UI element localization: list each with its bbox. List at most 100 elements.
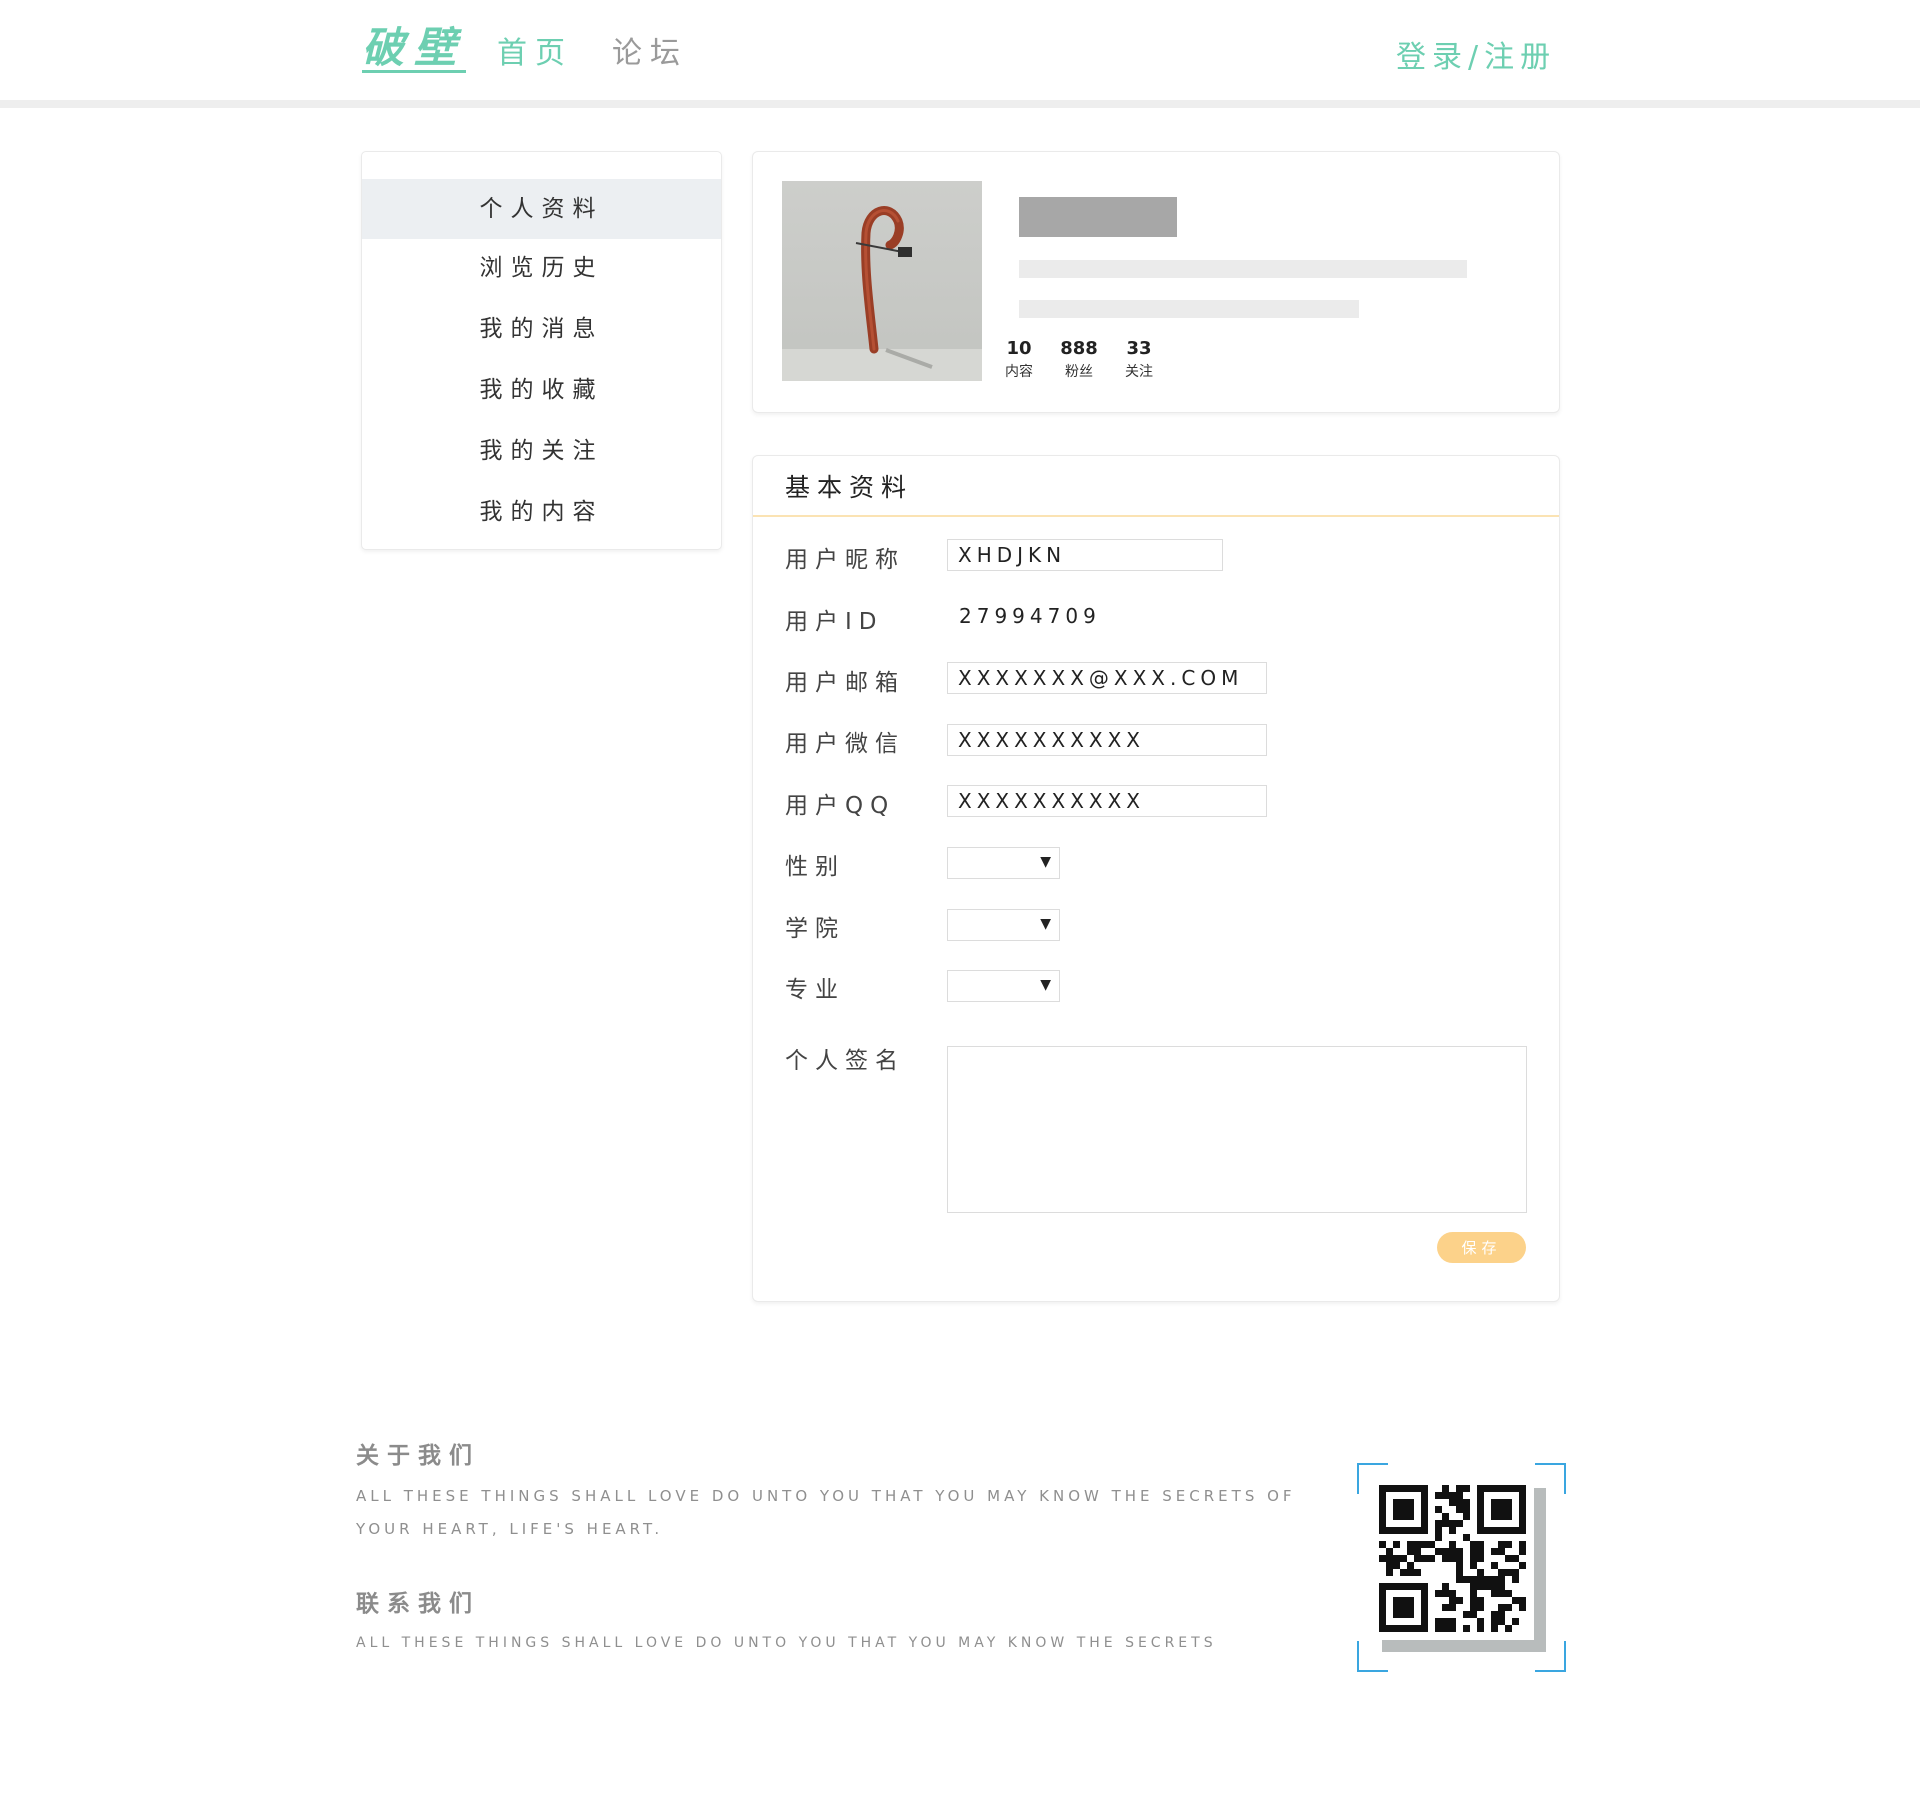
qr-module [1449, 1520, 1456, 1527]
qr-module [1421, 1499, 1428, 1506]
site-logo[interactable]: 破壁 [362, 14, 466, 75]
avatar[interactable] [782, 181, 982, 381]
sidebar-item-history[interactable]: 浏览历史 [362, 238, 721, 298]
email-field[interactable] [947, 662, 1267, 694]
qr-module [1379, 1604, 1386, 1611]
qr-module [1421, 1583, 1428, 1590]
qr-module [1477, 1541, 1484, 1548]
qr-module [1498, 1583, 1505, 1590]
bio-placeholder-line [1019, 300, 1359, 318]
stat-label: 关注 [1125, 364, 1153, 380]
qr-module [1407, 1625, 1414, 1632]
save-button[interactable]: 保存 [1437, 1232, 1526, 1263]
qr-module [1491, 1562, 1498, 1569]
sidebar-item-my-content[interactable]: 我的内容 [362, 482, 721, 542]
scan-corner-icon [1535, 1641, 1566, 1672]
qr-module [1435, 1590, 1442, 1597]
qr-module [1428, 1555, 1435, 1562]
avatar-image [782, 181, 982, 381]
qr-module [1379, 1618, 1386, 1625]
qr-module [1407, 1513, 1414, 1520]
qr-module [1449, 1548, 1456, 1555]
header-divider [0, 100, 1920, 108]
qr-module [1498, 1513, 1505, 1520]
qq-label: 用户QQ [785, 793, 896, 819]
qr-module [1470, 1611, 1477, 1618]
profile-sidebar: 个人资料 浏览历史 我的消息 我的收藏 我的关注 我的内容 [361, 151, 722, 550]
major-select[interactable]: ▼ [947, 970, 1060, 1002]
qr-module [1407, 1562, 1414, 1569]
username-placeholder [1019, 197, 1177, 237]
stat-value: 10 [1006, 338, 1032, 359]
wechat-field[interactable] [947, 724, 1267, 756]
qr-module [1400, 1527, 1407, 1534]
qr-module [1505, 1590, 1512, 1597]
qr-module [1491, 1548, 1498, 1555]
qr-module [1435, 1534, 1442, 1541]
qr-module [1463, 1625, 1470, 1632]
nickname-label: 用户昵称 [785, 547, 905, 573]
qr-module [1491, 1576, 1498, 1583]
chevron-down-icon: ▼ [1040, 854, 1051, 870]
qq-field[interactable] [947, 785, 1267, 817]
qr-module [1505, 1541, 1512, 1548]
qr-module [1407, 1506, 1414, 1513]
qr-module [1456, 1492, 1463, 1499]
qr-module [1449, 1625, 1456, 1632]
qr-module [1463, 1576, 1470, 1583]
qr-module [1407, 1604, 1414, 1611]
qr-module [1414, 1625, 1421, 1632]
qr-module [1393, 1562, 1400, 1569]
qr-module [1491, 1583, 1498, 1590]
contact-us-heading: 联系我们 [356, 1591, 480, 1617]
qr-module [1400, 1569, 1407, 1576]
qr-module [1442, 1604, 1449, 1611]
qr-module [1435, 1520, 1442, 1527]
qr-module [1400, 1611, 1407, 1618]
qr-module [1456, 1569, 1463, 1576]
login-register-link[interactable]: 登录/注册 [1396, 32, 1556, 76]
sidebar-item-following[interactable]: 我的关注 [362, 421, 721, 481]
qr-module [1519, 1604, 1526, 1611]
qr-module [1456, 1597, 1463, 1604]
qr-module [1519, 1597, 1526, 1604]
college-select[interactable]: ▼ [947, 909, 1060, 941]
signature-textarea[interactable] [947, 1046, 1527, 1213]
nickname-field[interactable] [947, 539, 1223, 571]
qr-module [1421, 1604, 1428, 1611]
scan-corner-icon [1535, 1463, 1566, 1494]
sidebar-item-favorites[interactable]: 我的收藏 [362, 360, 721, 420]
user-id-value: 27994709 [959, 604, 1101, 628]
qr-module [1407, 1541, 1414, 1548]
qr-module [1505, 1506, 1512, 1513]
gender-select[interactable]: ▼ [947, 847, 1060, 879]
qr-module [1428, 1541, 1435, 1548]
qr-module [1414, 1527, 1421, 1534]
qr-module [1449, 1597, 1456, 1604]
qr-module [1421, 1520, 1428, 1527]
nav-forum-link[interactable]: 论坛 [612, 28, 688, 72]
qr-module [1393, 1513, 1400, 1520]
qr-module [1491, 1513, 1498, 1520]
stat-following[interactable]: 33 关注 [1109, 338, 1169, 381]
qr-module [1435, 1618, 1442, 1625]
qr-module [1407, 1485, 1414, 1492]
qr-module [1463, 1506, 1470, 1513]
qr-module [1407, 1548, 1414, 1555]
qr-module [1512, 1569, 1519, 1576]
sidebar-item-messages[interactable]: 我的消息 [362, 299, 721, 359]
qr-module [1484, 1583, 1491, 1590]
qr-module [1512, 1527, 1519, 1534]
signature-label: 个人签名 [785, 1048, 905, 1074]
qr-module [1491, 1527, 1498, 1534]
qr-module [1421, 1597, 1428, 1604]
nav-home-link[interactable]: 首页 [497, 28, 573, 72]
stat-fans[interactable]: 888 粉丝 [1049, 338, 1109, 381]
qr-module [1505, 1513, 1512, 1520]
qr-module [1400, 1625, 1407, 1632]
qr-module [1449, 1590, 1456, 1597]
stat-content[interactable]: 10 内容 [989, 338, 1049, 381]
qr-module [1400, 1499, 1407, 1506]
sidebar-item-profile[interactable]: 个人资料 [362, 179, 721, 239]
qr-module [1386, 1548, 1393, 1555]
